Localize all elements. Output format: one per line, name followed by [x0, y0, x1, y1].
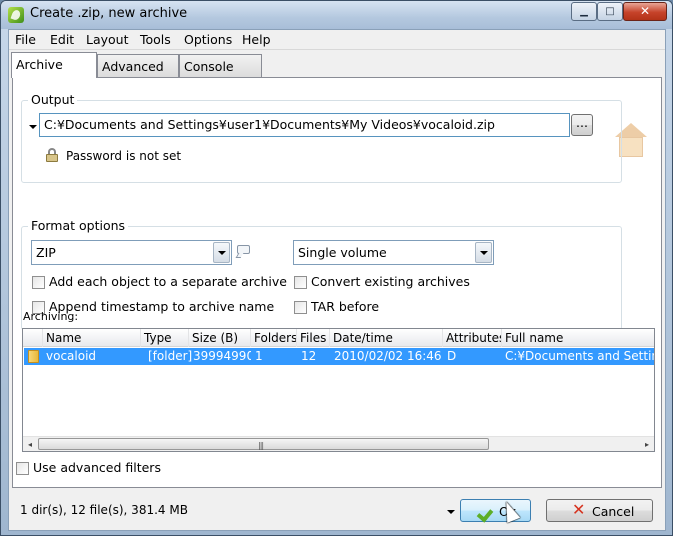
- append-timestamp-label[interactable]: Append timestamp to archive name: [49, 299, 274, 314]
- row-attributes: D: [447, 349, 457, 363]
- column-header-datetime[interactable]: Date/time: [330, 329, 443, 347]
- column-header-fullname[interactable]: Full name: [502, 329, 654, 347]
- menu-options[interactable]: Options: [184, 32, 232, 47]
- column-header-icon[interactable]: [23, 329, 43, 347]
- scroll-left-button[interactable]: ◂: [23, 437, 37, 451]
- archiving-label: Archiving:: [23, 310, 79, 323]
- format-options-title: Format options: [28, 218, 129, 233]
- app-leaf-icon: [8, 7, 24, 23]
- cancel-button-label: Cancel: [592, 504, 635, 519]
- close-button[interactable]: ✕: [623, 2, 667, 21]
- scroll-right-button[interactable]: ▸: [640, 437, 654, 451]
- menu-help[interactable]: Help: [242, 32, 271, 47]
- separate-archive-label[interactable]: Add each object to a separate archive: [49, 274, 287, 289]
- close-icon: ✕: [572, 500, 586, 519]
- chevron-down-icon: [218, 251, 226, 255]
- volume-select-value: Single volume: [298, 245, 387, 260]
- ok-button[interactable]: Ok: [460, 499, 531, 522]
- ok-options-dropdown-icon[interactable]: [447, 510, 455, 514]
- folder-icon: [28, 350, 39, 363]
- browse-button[interactable]: ...: [571, 114, 593, 136]
- menu-file[interactable]: File: [15, 32, 36, 47]
- output-group: Output C:¥Documents and Settings¥user1¥D…: [21, 92, 622, 183]
- convert-archives-checkbox[interactable]: [294, 276, 307, 289]
- row-fullname: C:¥Documents and Settings¥u: [505, 349, 654, 363]
- row-datetime: 2010/02/02 16:46:46: [334, 349, 442, 363]
- scroll-grip-icon: |||: [258, 441, 264, 450]
- row-size: 399949906: [193, 349, 251, 363]
- column-header-folders[interactable]: Folders: [251, 329, 297, 347]
- tab-console[interactable]: Console: [179, 54, 262, 77]
- password-status[interactable]: Password is not set: [66, 149, 181, 163]
- format-select[interactable]: ZIP: [31, 240, 232, 265]
- title-bar[interactable]: Create .zip, new archive ▁ □ ✕: [1, 1, 672, 29]
- convert-archives-label[interactable]: Convert existing archives: [311, 274, 470, 289]
- advanced-filters-label[interactable]: Use advanced filters: [33, 460, 161, 475]
- column-header-attributes[interactable]: Attributes: [443, 329, 502, 347]
- tar-before-label[interactable]: TAR before: [311, 299, 379, 314]
- menu-layout[interactable]: Layout: [86, 32, 129, 47]
- table-row[interactable]: vocaloid [folder] 399949906 1 12 2010/02…: [24, 348, 654, 365]
- volume-select[interactable]: Single volume: [293, 240, 494, 265]
- maximize-button[interactable]: □: [597, 2, 623, 21]
- comment-icon[interactable]: [235, 245, 251, 259]
- list-header: Name Type Size (B) Folders Files Date/ti…: [23, 329, 654, 347]
- column-header-files[interactable]: Files: [297, 329, 330, 347]
- output-path-field[interactable]: C:¥Documents and Settings¥user1¥Document…: [39, 113, 570, 137]
- status-summary: 1 dir(s), 12 file(s), 381.4 MB: [20, 503, 188, 517]
- menu-bar: File Edit Layout Tools Options Help: [9, 30, 665, 50]
- column-header-name[interactable]: Name: [43, 329, 141, 347]
- column-header-type[interactable]: Type: [141, 329, 189, 347]
- advanced-filters-checkbox[interactable]: [16, 462, 29, 475]
- volume-dropdown-button[interactable]: [475, 242, 492, 263]
- row-type: [folder]: [148, 349, 192, 363]
- dialog-client-area: File Edit Layout Tools Options Help Arch…: [8, 29, 666, 531]
- lock-icon: [46, 148, 58, 162]
- scroll-thumb[interactable]: |||: [38, 438, 489, 450]
- row-name: vocaloid: [46, 349, 97, 363]
- output-history-dropdown-icon[interactable]: [29, 125, 37, 129]
- output-group-title: Output: [28, 92, 78, 107]
- archiving-list[interactable]: Name Type Size (B) Folders Files Date/ti…: [22, 328, 655, 452]
- tar-before-checkbox[interactable]: [294, 301, 307, 314]
- format-dropdown-button[interactable]: [213, 242, 230, 263]
- minimize-button[interactable]: ▁: [571, 2, 597, 21]
- tab-advanced[interactable]: Advanced: [97, 54, 179, 77]
- row-files: 12: [301, 349, 317, 363]
- cancel-button[interactable]: ✕ Cancel: [546, 499, 653, 522]
- create-archive-window: Create .zip, new archive ▁ □ ✕ File Edit…: [0, 0, 673, 536]
- row-folders: 1: [255, 349, 263, 363]
- archive-tab-panel: Output C:¥Documents and Settings¥user1¥D…: [12, 77, 662, 488]
- menu-edit[interactable]: Edit: [50, 32, 74, 47]
- chevron-down-icon: [480, 251, 488, 255]
- check-icon: [479, 505, 495, 517]
- menu-tools[interactable]: Tools: [140, 32, 171, 47]
- format-options-group: Format options ZIP Single volume Add eac…: [21, 218, 622, 330]
- tab-archive[interactable]: Archive: [11, 52, 97, 78]
- format-select-value: ZIP: [36, 245, 56, 260]
- separate-archive-checkbox[interactable]: [32, 276, 45, 289]
- horizontal-scrollbar[interactable]: ◂ ||| ▸: [23, 436, 654, 451]
- window-title: Create .zip, new archive: [30, 6, 188, 21]
- column-header-size[interactable]: Size (B): [189, 329, 251, 347]
